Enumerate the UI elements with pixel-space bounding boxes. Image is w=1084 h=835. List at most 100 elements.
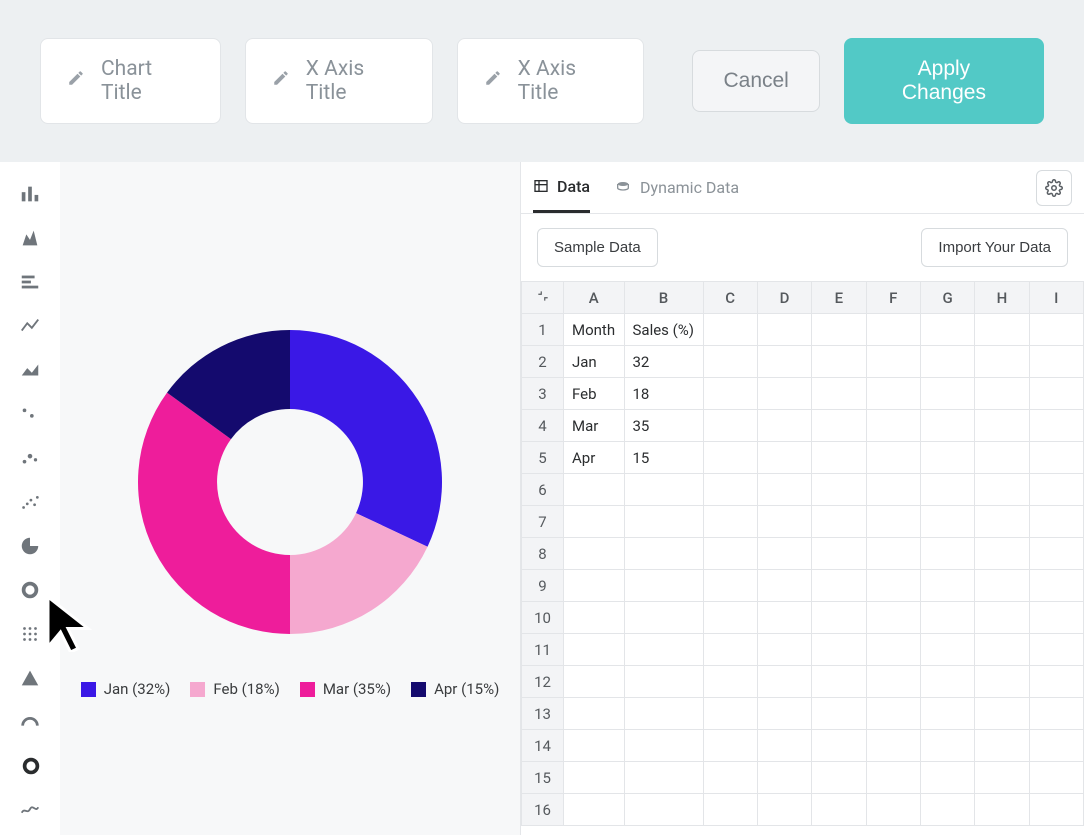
cell[interactable]	[866, 698, 920, 730]
cell[interactable]	[866, 474, 920, 506]
cell[interactable]	[812, 698, 866, 730]
cell[interactable]	[920, 314, 974, 346]
cell[interactable]	[866, 666, 920, 698]
cell[interactable]	[757, 442, 811, 474]
import-data-button[interactable]: Import Your Data	[921, 228, 1068, 267]
cell[interactable]	[975, 570, 1029, 602]
cell[interactable]	[975, 602, 1029, 634]
column-header[interactable]: G	[920, 282, 974, 314]
cell[interactable]	[975, 474, 1029, 506]
cell[interactable]	[1029, 794, 1083, 826]
cell[interactable]	[757, 474, 811, 506]
cell[interactable]	[920, 378, 974, 410]
cell[interactable]	[975, 506, 1029, 538]
cell[interactable]	[1029, 506, 1083, 538]
cell[interactable]	[812, 570, 866, 602]
pie-icon[interactable]	[0, 528, 60, 564]
cell[interactable]	[866, 794, 920, 826]
cancel-button[interactable]: Cancel	[692, 50, 819, 112]
cell[interactable]	[920, 410, 974, 442]
cell[interactable]	[1029, 698, 1083, 730]
cell[interactable]	[920, 762, 974, 794]
cell[interactable]	[703, 442, 757, 474]
cell[interactable]	[920, 442, 974, 474]
cell[interactable]	[975, 698, 1029, 730]
cell[interactable]	[975, 666, 1029, 698]
row-number[interactable]: 11	[522, 634, 564, 666]
cell[interactable]	[703, 666, 757, 698]
cell[interactable]	[920, 538, 974, 570]
tab-data[interactable]: Data	[533, 162, 590, 213]
cell[interactable]	[920, 666, 974, 698]
cell[interactable]	[624, 730, 703, 762]
cell[interactable]	[757, 378, 811, 410]
cell[interactable]	[812, 794, 866, 826]
cell[interactable]	[920, 474, 974, 506]
row-number[interactable]: 9	[522, 570, 564, 602]
cell[interactable]	[564, 570, 625, 602]
spreadsheet[interactable]: ABCDEFGHI1MonthSales (%)2Jan323Feb184Mar…	[521, 281, 1084, 835]
cell[interactable]: 32	[624, 346, 703, 378]
cell[interactable]	[920, 634, 974, 666]
cell[interactable]	[812, 634, 866, 666]
column-header[interactable]: B	[624, 282, 703, 314]
cell[interactable]: 18	[624, 378, 703, 410]
cell[interactable]	[1029, 730, 1083, 762]
row-number[interactable]: 15	[522, 762, 564, 794]
row-number[interactable]: 13	[522, 698, 564, 730]
cell[interactable]	[812, 506, 866, 538]
cell[interactable]	[757, 602, 811, 634]
x-axis-title-input-2[interactable]: X Axis Title	[457, 38, 645, 124]
bubble-icon[interactable]	[0, 440, 60, 476]
cell[interactable]	[757, 794, 811, 826]
column-header[interactable]: E	[812, 282, 866, 314]
cell[interactable]	[812, 410, 866, 442]
cell[interactable]	[975, 378, 1029, 410]
cell[interactable]	[812, 762, 866, 794]
cell[interactable]	[757, 314, 811, 346]
cell[interactable]	[975, 634, 1029, 666]
cell[interactable]: Sales (%)	[624, 314, 703, 346]
cell[interactable]	[703, 730, 757, 762]
cell[interactable]	[624, 538, 703, 570]
cell[interactable]	[866, 378, 920, 410]
cell[interactable]	[624, 474, 703, 506]
cell[interactable]	[866, 346, 920, 378]
cell[interactable]	[975, 794, 1029, 826]
cell[interactable]	[564, 762, 625, 794]
cell[interactable]	[624, 506, 703, 538]
cell[interactable]	[757, 410, 811, 442]
cell[interactable]	[703, 570, 757, 602]
sparkline-icon[interactable]	[0, 792, 60, 828]
cell[interactable]	[812, 538, 866, 570]
cell[interactable]	[1029, 378, 1083, 410]
row-number[interactable]: 16	[522, 794, 564, 826]
cell[interactable]	[812, 442, 866, 474]
cell[interactable]: Month	[564, 314, 625, 346]
row-number[interactable]: 10	[522, 602, 564, 634]
cell[interactable]: Jan	[564, 346, 625, 378]
cell[interactable]	[866, 314, 920, 346]
cell[interactable]	[1029, 442, 1083, 474]
cell[interactable]	[1029, 538, 1083, 570]
cell[interactable]	[812, 666, 866, 698]
cell[interactable]: Mar	[564, 410, 625, 442]
cell[interactable]	[564, 698, 625, 730]
cell[interactable]	[866, 730, 920, 762]
cell[interactable]	[564, 634, 625, 666]
cell[interactable]	[624, 762, 703, 794]
cell[interactable]	[812, 346, 866, 378]
horizontal-bar-icon[interactable]	[0, 264, 60, 300]
tab-dynamic-data[interactable]: Dynamic Data	[614, 162, 739, 213]
cell[interactable]	[866, 506, 920, 538]
cell[interactable]	[1029, 474, 1083, 506]
cell[interactable]	[920, 730, 974, 762]
dot-plot-icon[interactable]	[0, 484, 60, 520]
cell[interactable]	[1029, 410, 1083, 442]
cell[interactable]	[866, 602, 920, 634]
column-header[interactable]: F	[866, 282, 920, 314]
cell[interactable]	[920, 602, 974, 634]
cell[interactable]	[975, 346, 1029, 378]
cell[interactable]	[1029, 602, 1083, 634]
column-header[interactable]: D	[757, 282, 811, 314]
